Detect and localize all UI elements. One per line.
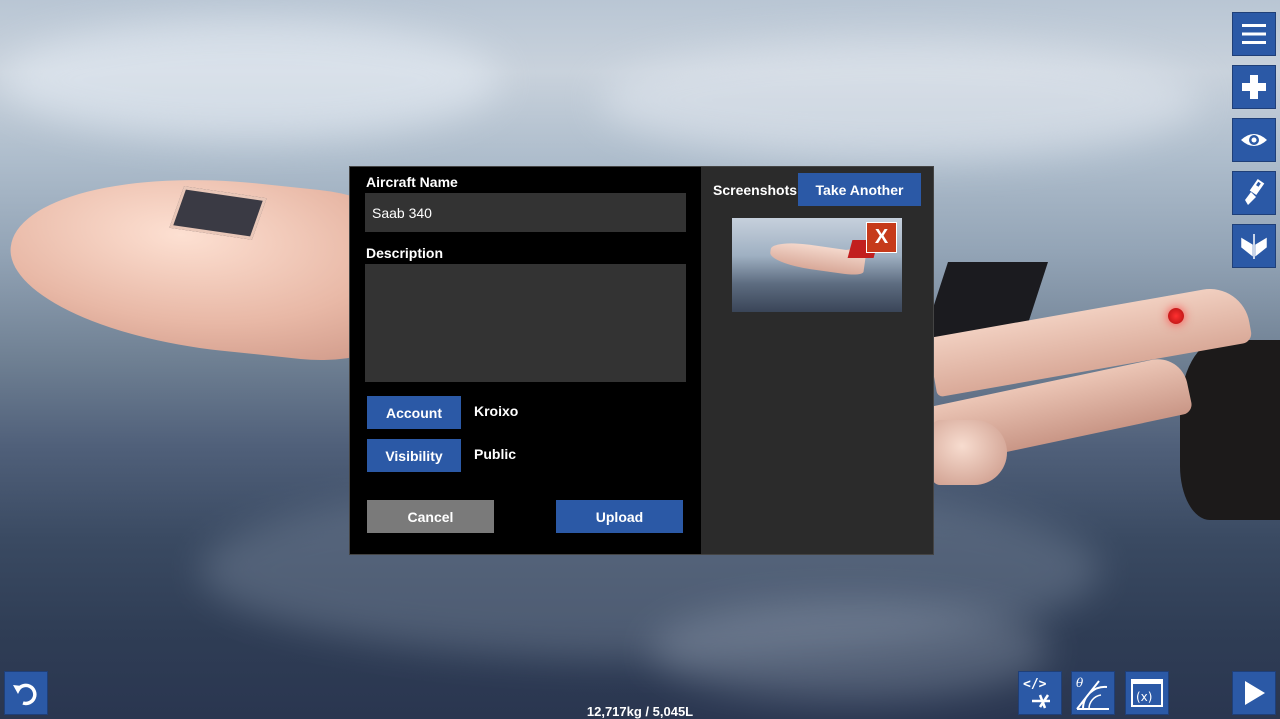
svg-text:</>: </> (1023, 677, 1047, 692)
upload-button[interactable]: Upload (556, 500, 683, 533)
description-input[interactable] (365, 264, 686, 382)
account-value: Kroixo (474, 403, 519, 419)
angle-tool-icon: θ (1076, 676, 1109, 710)
xml-edit-icon: </> (1023, 677, 1050, 709)
view-button[interactable] (1232, 118, 1276, 162)
aircraft-name-label: Aircraft Name (366, 174, 458, 190)
xml-edit-button[interactable]: </> (1018, 671, 1062, 715)
svg-text:(x): (x) (1136, 690, 1152, 704)
add-part-button[interactable] (1232, 65, 1276, 109)
visibility-button[interactable]: Visibility (367, 439, 461, 472)
remove-screenshot-button[interactable]: X (866, 222, 897, 253)
mass-fuel-status: 12,717kg / 5,045L (586, 704, 694, 719)
variables-button[interactable]: (x) (1125, 671, 1169, 715)
symmetry-icon (1241, 234, 1267, 259)
paint-button[interactable] (1232, 171, 1276, 215)
play-icon (1245, 681, 1265, 705)
variables-icon: (x) (1131, 679, 1163, 707)
account-button[interactable]: Account (367, 396, 461, 429)
aircraft-name-input[interactable] (365, 193, 686, 232)
menu-button[interactable] (1232, 12, 1276, 56)
description-label: Description (366, 245, 444, 261)
visibility-value: Public (474, 446, 517, 462)
undo-button[interactable] (4, 671, 48, 715)
upload-dialog: Aircraft Name Description Account Kroixo… (349, 166, 934, 555)
symmetry-button[interactable] (1232, 224, 1276, 268)
add-part-icon (1242, 75, 1266, 99)
svg-text:θ: θ (1076, 676, 1084, 690)
screenshots-pane: Screenshots Take Another X (701, 167, 933, 554)
paint-icon (1245, 178, 1265, 205)
undo-icon (13, 683, 37, 706)
angle-tool-button[interactable]: θ (1071, 671, 1115, 715)
cancel-button[interactable]: Cancel (367, 500, 494, 533)
view-icon (1241, 134, 1267, 146)
play-button[interactable] (1232, 671, 1276, 715)
screenshot-thumbnail[interactable]: X (732, 218, 902, 312)
take-another-button[interactable]: Take Another (798, 173, 921, 206)
screenshots-label: Screenshots (713, 182, 798, 198)
menu-icon (1242, 24, 1266, 44)
